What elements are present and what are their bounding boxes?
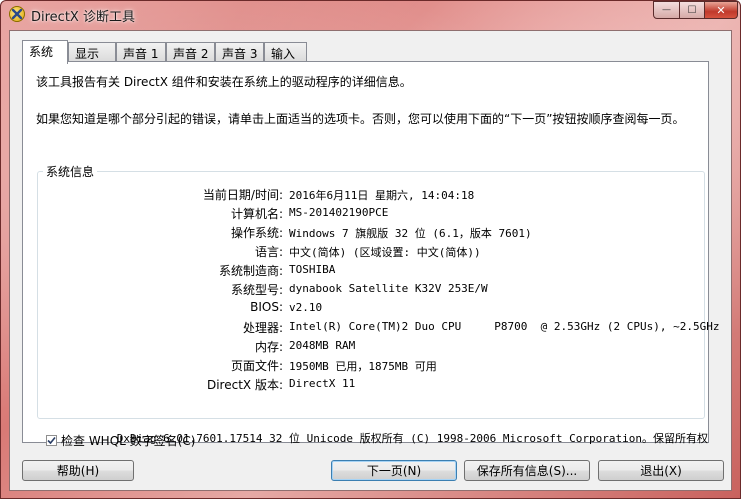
info-row-os: 操作系统: Windows 7 旗舰版 32 位 (6.1，版本 7601) <box>38 224 704 243</box>
info-row-memory: 内存: 2048MB RAM <box>38 338 704 357</box>
info-label: 计算机名: <box>230 207 283 221</box>
info-value: 2048MB RAM <box>289 339 356 352</box>
dialog-client-area: 系统 显示 声音 1 声音 2 声音 3 输入 该工具报告有关 DirectX … <box>9 30 732 491</box>
tab-label: 声音 3 <box>222 47 258 61</box>
tab-input[interactable]: 输入 <box>264 42 307 62</box>
whql-checkbox[interactable] <box>46 435 57 446</box>
tab-label: 系统 <box>29 45 54 59</box>
info-label: 系统制造商: <box>218 264 283 278</box>
info-value: v2.10 <box>289 301 323 314</box>
minimize-button[interactable]: — <box>653 1 680 19</box>
info-label: 处理器: <box>242 321 283 335</box>
info-row-page-file: 页面文件: 1950MB 已用，1875MB 可用 <box>38 357 704 376</box>
info-label: DirectX 版本: <box>206 378 283 392</box>
save-all-info-button[interactable]: 保存所有信息(S)... <box>464 460 590 481</box>
info-value: TOSHIBA <box>289 263 336 276</box>
info-row-manufacturer: 系统制造商: TOSHIBA <box>38 262 704 281</box>
info-value: DirectX 11 <box>289 377 356 390</box>
copyright-text: DxDiag 6.01.7601.17514 32 位 Unicode 版权所有… <box>116 432 708 445</box>
title-bar[interactable]: DirectX 诊断工具 — ☐ ✕ <box>1 1 740 29</box>
tab-label: 输入 <box>271 47 296 61</box>
info-value: 1950MB 已用，1875MB 可用 <box>289 360 437 373</box>
close-button[interactable]: ✕ <box>704 1 738 19</box>
button-label: 帮助(H) <box>56 464 100 478</box>
system-info-group: 系统信息 当前日期/时间: 2016年6月11日 星期六, 14:04:18 计算… <box>37 163 720 419</box>
info-label: 操作系统: <box>230 226 283 240</box>
directx-app-icon <box>9 6 25 22</box>
tab-sound-2[interactable]: 声音 2 <box>166 42 215 62</box>
info-label: 页面文件: <box>230 359 283 373</box>
info-row-directx-version: DirectX 版本: DirectX 11 <box>38 376 704 395</box>
tab-display[interactable]: 显示 <box>68 42 116 62</box>
info-label: 语言: <box>254 245 283 259</box>
info-label: 系统型号: <box>230 283 283 297</box>
info-value: Intel(R) Core(TM)2 Duo CPU P8700 @ 2.53G… <box>289 320 720 333</box>
intro-text: 该工具报告有关 DirectX 组件和安装在系统上的驱动程序的详细信息。 <box>36 75 412 89</box>
tab-system[interactable]: 系统 <box>22 40 68 64</box>
info-row-datetime: 当前日期/时间: 2016年6月11日 星期六, 14:04:18 <box>38 186 704 205</box>
info-value: dynabook Satellite K32V 253E/W <box>289 282 488 295</box>
next-page-button[interactable]: 下一页(N) <box>331 460 457 481</box>
info-value: Windows 7 旗舰版 32 位 (6.1，版本 7601) <box>289 227 532 240</box>
info-value: MS-201402190PCE <box>289 206 389 219</box>
maximize-icon: ☐ <box>687 4 697 16</box>
help-button[interactable]: 帮助(H) <box>22 460 134 481</box>
instruction-text: 如果您知道是哪个部分引起的错误，请单击上面适当的选项卡。否则，您可以使用下面的“… <box>36 112 685 126</box>
button-label: 退出(X) <box>640 464 682 478</box>
info-value: 中文(简体) (区域设置: 中文(简体)) <box>289 246 481 259</box>
checkmark-icon <box>47 436 56 445</box>
info-row-computer-name: 计算机名: MS-201402190PCE <box>38 205 704 224</box>
button-label: 下一页(N) <box>366 464 422 478</box>
close-icon: ✕ <box>716 3 726 17</box>
tab-label: 声音 1 <box>123 47 159 61</box>
tab-sound-3[interactable]: 声音 3 <box>215 42 264 62</box>
info-row-model: 系统型号: dynabook Satellite K32V 253E/W <box>38 281 704 300</box>
minimize-icon: — <box>662 5 671 15</box>
info-row-language: 语言: 中文(简体) (区域设置: 中文(简体)) <box>38 243 704 262</box>
info-row-processor: 处理器: Intel(R) Core(TM)2 Duo CPU P8700 @ 2… <box>38 319 720 338</box>
info-value: 2016年6月11日 星期六, 14:04:18 <box>289 189 475 202</box>
maximize-button[interactable]: ☐ <box>679 1 705 19</box>
tab-label: 声音 2 <box>173 47 209 61</box>
tab-sound-1[interactable]: 声音 1 <box>116 42 166 62</box>
info-row-bios: BIOS: v2.10 <box>38 300 704 319</box>
exit-button[interactable]: 退出(X) <box>598 460 724 481</box>
system-tab-panel: 该工具报告有关 DirectX 组件和安装在系统上的驱动程序的详细信息。 如果您… <box>22 61 720 448</box>
button-label: 保存所有信息(S)... <box>476 464 578 478</box>
tab-label: 显示 <box>75 47 100 61</box>
info-label: 内存: <box>254 340 283 354</box>
info-label: 当前日期/时间: <box>202 188 283 202</box>
dxdiag-window: DirectX 诊断工具 — ☐ ✕ 系统 显示 声音 1 声音 2 声音 3 … <box>0 0 741 499</box>
group-title: 系统信息 <box>43 163 98 180</box>
info-label: BIOS: <box>250 300 283 314</box>
window-title: DirectX 诊断工具 <box>31 10 135 25</box>
